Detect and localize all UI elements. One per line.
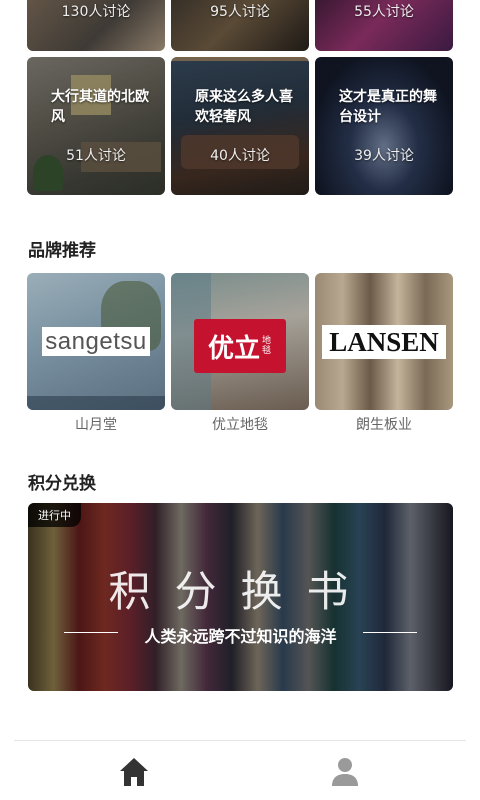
topic-title: 原来这么多人喜欢轻奢风 (195, 89, 293, 125)
topic-count: 40人讨论 (210, 148, 270, 164)
topic-title: 这才是真正的舞台设计 (339, 89, 437, 125)
topic-count: 55人讨论 (354, 4, 414, 20)
topic-card-nordic[interactable]: 大行其道的北欧风 51人讨论 (27, 57, 165, 195)
topic-card-luxury[interactable]: 原来这么多人喜欢轻奢风 40人讨论 (171, 57, 309, 195)
brand-card-sangetsu[interactable]: sangetsu (27, 273, 165, 410)
tab-home[interactable] (117, 755, 151, 789)
brands-section-title: 品牌推荐 (28, 241, 96, 261)
brand-name: 山月堂 (75, 417, 117, 433)
status-badge: 进行中 (28, 503, 81, 527)
brand-card-youli[interactable]: 优立 地毯 (171, 273, 309, 410)
tab-profile[interactable] (328, 755, 362, 789)
brand-logo: LANSEN (329, 326, 439, 357)
brand-logo: sangetsu (45, 327, 147, 355)
brand-name: 朗生板业 (356, 417, 412, 433)
topic-title: 大行其道的北欧风 (51, 89, 149, 125)
home-icon (120, 758, 148, 786)
topic-card-stage[interactable]: 这才是真正的舞台设计 39人讨论 (315, 57, 453, 195)
topic-card[interactable]: 55人讨论 (315, 0, 453, 51)
brand-card-lansen[interactable]: LANSEN (315, 273, 453, 410)
topic-count: 51人讨论 (66, 148, 126, 164)
brand-logo-sub: 地毯 (262, 336, 272, 356)
bottom-tab-bar (14, 740, 466, 800)
banner-divider (363, 632, 417, 633)
topic-count: 39人讨论 (354, 148, 414, 164)
banner-subtitle: 人类永远跨不过知识的海洋 (144, 627, 337, 646)
points-banner[interactable]: 进行中 积分换书 人类永远跨不过知识的海洋 (28, 503, 453, 691)
brand-logo: 优立 (207, 333, 260, 364)
points-section-title: 积分兑换 (28, 474, 96, 494)
topic-card[interactable]: 95人讨论 (171, 0, 309, 51)
topic-count: 95人讨论 (210, 4, 270, 20)
user-icon (332, 758, 358, 786)
topic-card[interactable]: 130人讨论 (27, 0, 165, 51)
banner-title: 积分换书 (108, 567, 373, 616)
brand-name: 优立地毯 (212, 417, 268, 433)
topic-count: 130人讨论 (61, 4, 131, 20)
